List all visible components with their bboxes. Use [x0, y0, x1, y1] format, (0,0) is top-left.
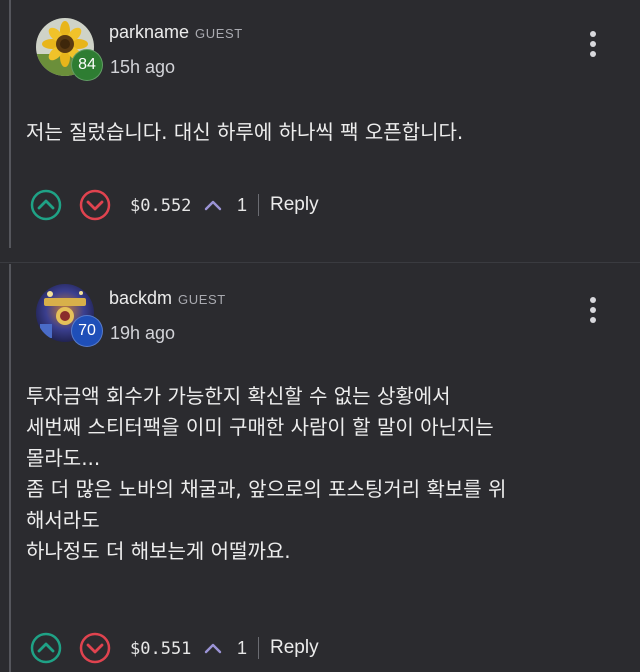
comment-line: 해서라도	[26, 508, 100, 532]
timestamp[interactable]: 19h ago	[110, 323, 175, 344]
username-text[interactable]: backdm	[109, 288, 172, 308]
reply-button[interactable]: Reply	[270, 194, 319, 216]
downvote-icon[interactable]	[79, 632, 111, 664]
vote-count[interactable]: 1	[237, 195, 247, 216]
voters-caret-icon[interactable]	[204, 199, 222, 211]
payout-amount[interactable]: $0.551	[130, 639, 191, 659]
upvote-icon[interactable]	[30, 632, 62, 664]
comment-line: 투자금액 회수가 가능한지 확신할 수 없는 상황에서	[26, 384, 451, 408]
username[interactable]: parkname GUEST	[109, 22, 243, 43]
separator	[258, 637, 259, 659]
vote-count[interactable]: 1	[237, 638, 247, 659]
downvote-icon[interactable]	[79, 189, 111, 221]
payout-amount[interactable]: $0.552	[130, 196, 191, 216]
reply-button[interactable]: Reply	[270, 637, 319, 659]
level-badge: 70	[71, 315, 103, 347]
guest-tag: GUEST	[195, 26, 243, 41]
comment-card: 84 parkname GUEST 15h ago 저는 질렀습니다. 대신 하루…	[0, 0, 640, 248]
comment-card: 70 backdm GUEST 19h ago 투자금액 회수가 가능한지 확신할…	[0, 262, 640, 672]
timestamp[interactable]: 15h ago	[110, 57, 175, 78]
comment-line: 좀 더 많은 노바의 채굴과, 앞으로의 포스팅거리 확보를 위	[26, 477, 507, 501]
thread-line	[9, 0, 11, 248]
comment-line: 하나정도 더 해보는게 어떨까요.	[26, 539, 291, 563]
more-options-icon[interactable]	[583, 295, 603, 325]
upvote-icon[interactable]	[30, 189, 62, 221]
comment-body: 저는 질렀습니다. 대신 하루에 하나씩 팩 오픈합니다.	[26, 117, 620, 148]
thread-line	[9, 264, 11, 672]
comment-line: 저는 질렀습니다. 대신 하루에 하나씩 팩 오픈합니다.	[26, 120, 464, 144]
separator	[258, 194, 259, 216]
username-text[interactable]: parkname	[109, 22, 189, 42]
guest-tag: GUEST	[178, 292, 226, 307]
more-options-icon[interactable]	[583, 29, 603, 59]
comment-line: 세번째 스티터팩을 이미 구매한 사람이 할 말이 아닌지는	[26, 415, 494, 439]
voters-caret-icon[interactable]	[204, 642, 222, 654]
comment-line: 몰라도...	[26, 446, 101, 470]
username[interactable]: backdm GUEST	[109, 288, 226, 309]
comment-body: 투자금액 회수가 가능한지 확신할 수 없는 상황에서 세번째 스티터팩을 이미…	[26, 381, 620, 567]
level-badge: 84	[71, 49, 103, 81]
